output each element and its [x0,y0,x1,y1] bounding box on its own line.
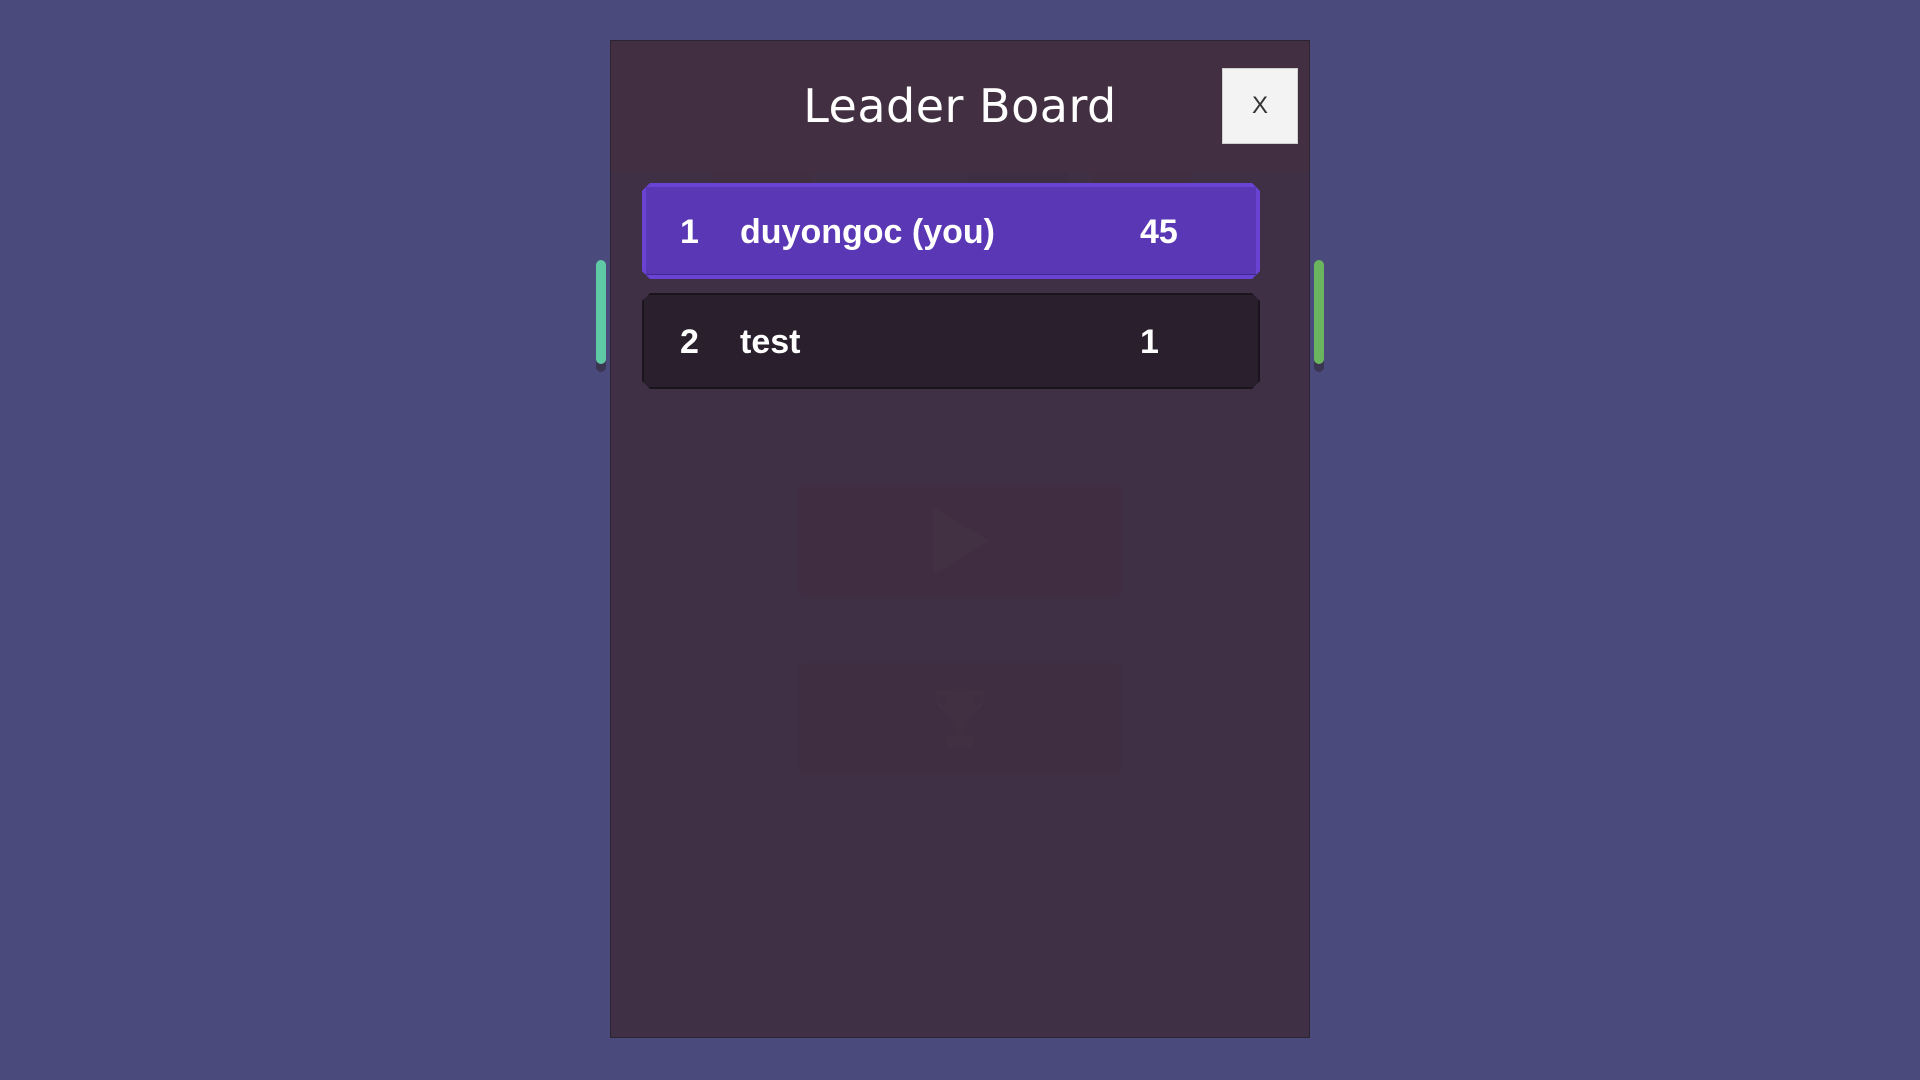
row-rank: 1 [680,213,699,251]
row-player-name: duyongoc (you) [740,213,995,251]
leaderboard-list: 1 duyongoc (you) 45 2 test 1 [642,183,1260,403]
row-player-name: test [740,323,801,361]
modal-title: Leader Board [803,79,1117,133]
right-accent-bar [1314,260,1324,364]
leaderboard-row: 2 test 1 [642,293,1260,389]
game-screen: Leader Board X 1 duyongoc (you) 45 2 tes… [0,0,1920,1080]
modal-header: Leader Board X [611,41,1309,173]
leaderboard-modal: Leader Board X 1 duyongoc (you) 45 2 tes… [610,40,1310,1038]
row-score: 1 [1140,323,1159,361]
row-score: 45 [1140,213,1178,251]
leaderboard-row-you: 1 duyongoc (you) 45 [642,183,1260,279]
close-button[interactable]: X [1222,68,1298,144]
left-accent-bar [596,260,606,364]
row-rank: 2 [680,323,699,361]
